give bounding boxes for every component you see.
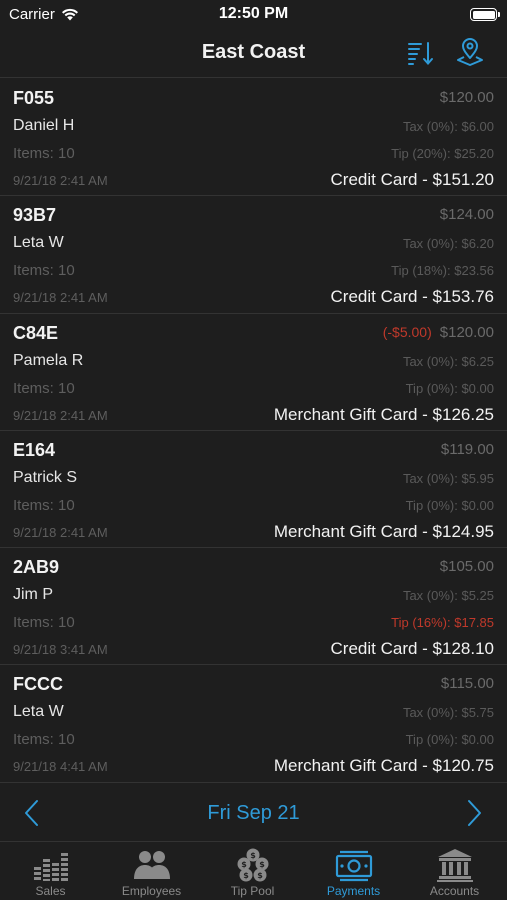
svg-text:$: $ [250, 851, 256, 860]
payment-row[interactable]: C84E Pamela R Items: 10 9/21/18 2:41 AM … [0, 314, 507, 431]
navigation-bar: East Coast [0, 30, 507, 78]
item-count: Items: 10 [13, 262, 75, 280]
svg-text:$: $ [259, 860, 265, 869]
payments-list: F055 Daniel H Items: 10 9/21/18 2:41 AM … [0, 79, 507, 783]
subtotal-amount: $120.00 [439, 89, 494, 106]
tab-label: Accounts [429, 884, 480, 898]
date-navigator: Fri Sep 21 [0, 784, 507, 842]
selected-date[interactable]: Fri Sep 21 [0, 802, 507, 825]
status-bar: Carrier 12:50 PM [0, 0, 507, 30]
subtotal-line: $105.00 [432, 558, 494, 575]
tip-amount: Tip (0%): $0.00 [405, 380, 494, 396]
customer-name: Jim P [13, 586, 53, 604]
tab-employees[interactable]: Employees [101, 843, 202, 900]
item-count: Items: 10 [13, 496, 75, 514]
order-code: C84E [13, 322, 59, 343]
tax-amount: Tax (0%): $6.20 [402, 236, 494, 252]
tab-label: Payments [326, 884, 381, 898]
payment-total: Merchant Gift Card - $124.95 [273, 521, 494, 541]
subtotal-line: $119.00 [433, 441, 494, 458]
subtotal-line: $115.00 [433, 675, 494, 692]
tab-tip-pool[interactable]: $ $ $ $ $ Tip Pool [202, 843, 303, 900]
svg-text:$: $ [257, 871, 263, 880]
customer-name: Pamela R [13, 351, 84, 369]
payment-total: Credit Card - $153.76 [330, 287, 494, 307]
order-code: FCCC [13, 674, 63, 695]
tax-amount: Tax (0%): $5.95 [402, 470, 494, 486]
tab-bar: Sales Employees $ $ $ $ $ Tip Pool Payme… [0, 843, 507, 900]
item-count: Items: 10 [13, 614, 75, 632]
sort-icon[interactable] [406, 38, 436, 68]
order-code: 2AB9 [13, 557, 60, 578]
payment-row[interactable]: 2AB9 Jim P Items: 10 9/21/18 3:41 AM $10… [0, 548, 507, 666]
payment-date: 9/21/18 2:41 AM [13, 407, 108, 423]
map-pin-icon[interactable] [455, 36, 485, 68]
tip-amount: Tip (16%): $17.85 [391, 615, 494, 631]
item-count: Items: 10 [13, 731, 75, 749]
tip-amount: Tip (0%): $0.00 [405, 497, 494, 513]
customer-name: Leta W [13, 234, 64, 252]
payment-row[interactable]: E164 Patrick S Items: 10 9/21/18 2:41 AM… [0, 431, 507, 549]
payment-date: 9/21/18 3:41 AM [13, 642, 108, 658]
payment-date: 9/21/18 2:41 AM [13, 173, 108, 188]
tax-amount: Tax (0%): $5.75 [402, 705, 494, 721]
tip-amount: Tip (18%): $23.56 [391, 263, 494, 279]
payment-total: Merchant Gift Card - $120.75 [273, 756, 494, 776]
tab-label: Tip Pool [230, 884, 275, 898]
payment-row[interactable]: F055 Daniel H Items: 10 9/21/18 2:41 AM … [0, 79, 507, 197]
subtotal-amount: $124.00 [439, 206, 494, 224]
payment-row[interactable]: 93B7 Leta W Items: 10 9/21/18 2:41 AM $1… [0, 196, 507, 314]
tab-sales[interactable]: Sales [0, 843, 101, 900]
accounts-bank-icon [437, 849, 473, 882]
payment-date: 9/21/18 2:41 AM [13, 290, 108, 306]
tab-label: Sales [35, 884, 66, 898]
sales-chart-icon [34, 853, 68, 881]
payment-row[interactable]: FCCC Leta W Items: 10 9/21/18 4:41 AM $1… [0, 665, 507, 783]
customer-name: Leta W [13, 703, 64, 721]
svg-text:$: $ [241, 860, 247, 869]
svg-text:$: $ [243, 871, 249, 880]
discount-amount: (-$5.00) [382, 323, 432, 340]
payment-date: 9/21/18 2:41 AM [13, 524, 108, 540]
tax-amount: Tax (0%): $5.25 [402, 588, 494, 604]
order-code: E164 [13, 439, 56, 460]
subtotal-amount: $105.00 [439, 558, 494, 576]
payment-total: Credit Card - $128.10 [330, 639, 494, 659]
tip-pool-icon: $$ $$ $ [237, 848, 269, 882]
payments-icon [335, 850, 373, 882]
clock: 12:50 PM [218, 5, 289, 22]
subtotal-amount: $120.00 [439, 323, 494, 341]
item-count: Items: 10 [13, 145, 75, 162]
subtotal-amount: $115.00 [440, 675, 494, 693]
tax-amount: Tax (0%): $6.25 [402, 353, 494, 369]
tab-accounts[interactable]: Accounts [404, 843, 505, 900]
chevron-right-icon[interactable] [464, 798, 484, 828]
employees-icon [134, 851, 170, 879]
tax-amount: Tax (0%): $6.00 [402, 119, 494, 134]
subtotal-line: (-$5.00) $120.00 [383, 324, 494, 341]
order-code: F055 [13, 88, 55, 108]
tip-amount: Tip (20%): $25.20 [391, 146, 494, 161]
tab-label: Employees [121, 884, 182, 898]
payment-total: Credit Card - $151.20 [330, 170, 494, 189]
order-code: 93B7 [13, 205, 57, 226]
battery-icon [470, 8, 500, 21]
subtotal-line: $124.00 [432, 206, 494, 223]
tip-amount: Tip (0%): $0.00 [405, 732, 494, 748]
customer-name: Daniel H [13, 117, 75, 134]
subtotal-amount: $119.00 [440, 440, 494, 458]
payment-date: 9/21/18 4:41 AM [13, 759, 108, 775]
item-count: Items: 10 [13, 379, 75, 397]
customer-name: Patrick S [13, 468, 78, 486]
subtotal-line: $120.00 [432, 89, 494, 106]
payment-total: Merchant Gift Card - $126.25 [273, 404, 494, 424]
tab-payments[interactable]: Payments [303, 843, 404, 900]
